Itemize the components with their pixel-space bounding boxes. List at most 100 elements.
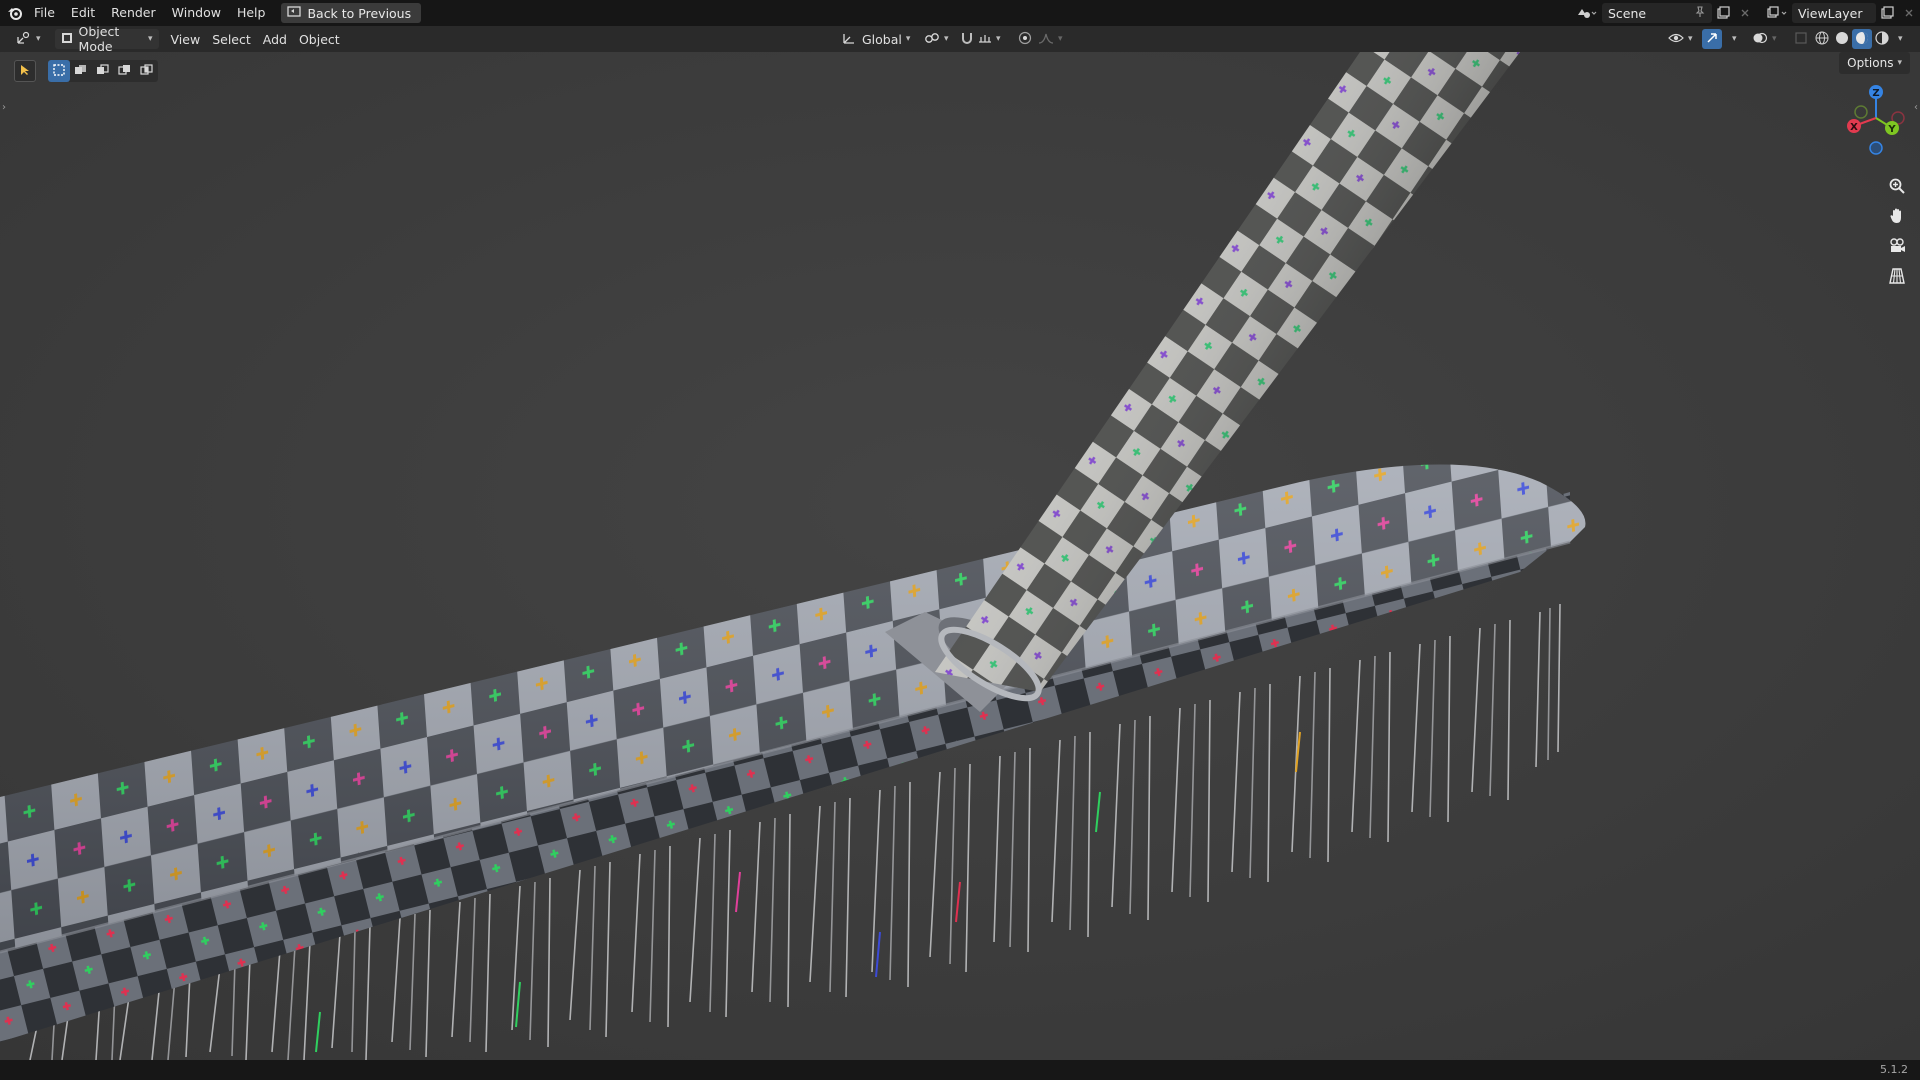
menu-select[interactable]: Select <box>206 29 257 49</box>
sidebar-expand-arrow-icon[interactable]: ‹ <box>1914 102 1918 113</box>
chevron-down-icon: ▾ <box>905 34 911 44</box>
select-subtract-icon <box>96 63 110 80</box>
gizmo-z-label: Z <box>1872 88 1879 99</box>
orientation-icon <box>842 31 856 48</box>
zoom-button[interactable] <box>1884 174 1910 200</box>
menu-help[interactable]: Help <box>229 2 274 24</box>
shading-rendered-button[interactable] <box>1872 29 1892 49</box>
menu-view[interactable]: View <box>165 29 207 49</box>
pivot-link-icon <box>924 31 940 48</box>
mode-dropdown[interactable]: Object Mode ▾ <box>54 24 159 54</box>
pivot-point-dropdown[interactable]: ▾ <box>918 29 955 49</box>
xray-icon <box>1794 31 1808 48</box>
gizmo-neg-z[interactable] <box>1869 141 1883 155</box>
scene-name-field[interactable]: Scene <box>1602 3 1712 23</box>
gizmo-x-label: X <box>1850 122 1858 133</box>
chevron-down-icon: ▾ <box>1732 34 1737 44</box>
perspective-toggle-button[interactable] <box>1884 264 1910 290</box>
zoom-icon <box>1888 177 1906 198</box>
pan-hand-icon <box>1888 207 1906 228</box>
version-label: 5.1.2 <box>1880 1063 1908 1076</box>
back-to-previous-button[interactable]: Back to Previous <box>281 3 422 23</box>
cursor-arrow-icon <box>18 63 32 80</box>
shading-solid-button[interactable] <box>1832 29 1852 49</box>
material-sphere-icon <box>1854 30 1870 49</box>
delete-view-layer-icon[interactable] <box>1898 3 1920 23</box>
editor-type-selector[interactable]: ▾ <box>10 29 47 49</box>
menu-edit[interactable]: Edit <box>63 2 103 24</box>
select-subtract-button[interactable] <box>92 60 114 82</box>
back-to-previous-label: Back to Previous <box>307 5 412 21</box>
shading-material-button[interactable] <box>1852 29 1872 49</box>
chevron-down-icon: ▾ <box>944 34 949 44</box>
select-intersect-button[interactable] <box>136 60 158 82</box>
blender-logo-icon[interactable] <box>4 3 26 23</box>
select-tool-button[interactable] <box>14 60 36 82</box>
view-layer-name: ViewLayer <box>1798 5 1863 21</box>
chevron-down-icon: ▾ <box>1772 34 1777 44</box>
gizmo-dropdown[interactable]: ▾ <box>1722 29 1743 49</box>
menu-object[interactable]: Object <box>293 29 346 49</box>
gizmo-y-label: Y <box>1887 124 1896 135</box>
grid-icon <box>1888 267 1906 288</box>
scene-selector-icon[interactable] <box>1572 3 1602 23</box>
mode-label: Object Mode <box>78 24 120 54</box>
gizmo-toggle[interactable] <box>1702 29 1722 49</box>
transform-orientation-dropdown[interactable]: Global ▾ <box>836 29 916 49</box>
chevron-down-icon: ▾ <box>1058 34 1063 44</box>
shading-wireframe-button[interactable] <box>1812 29 1832 49</box>
chevron-down-icon: ▾ <box>1897 58 1902 68</box>
selection-mode-group <box>48 60 158 82</box>
overlay-circles-icon <box>1752 31 1768 48</box>
xray-toggle[interactable] <box>1788 29 1814 49</box>
back-screen-icon <box>287 5 302 21</box>
topbar-right: Scene ViewLayer <box>1572 0 1920 26</box>
gizmo-arrow-icon <box>1705 31 1719 48</box>
chevron-down-icon: ▾ <box>1898 34 1903 44</box>
camera-view-button[interactable] <box>1884 234 1910 260</box>
object-mode-icon <box>61 32 73 47</box>
select-box-icon <box>52 63 66 80</box>
select-invert-button[interactable] <box>114 60 136 82</box>
falloff-dropdown[interactable]: ▾ <box>1032 29 1069 49</box>
select-invert-icon <box>118 63 132 80</box>
3d-viewport[interactable]: › ‹ Options ▾ Z X Y <box>0 52 1920 1060</box>
view-layer-field[interactable]: ViewLayer <box>1792 3 1876 23</box>
menu-render[interactable]: Render <box>103 2 164 24</box>
viewport-tool-row <box>14 60 158 82</box>
select-extend-button[interactable] <box>70 60 92 82</box>
overlays-toggle[interactable]: ▾ <box>1746 29 1783 49</box>
status-bar: 5.1.2 <box>0 1060 1920 1080</box>
snap-increment-icon <box>978 31 992 48</box>
solid-sphere-icon <box>1834 30 1850 49</box>
new-view-layer-icon[interactable] <box>1876 3 1898 23</box>
shading-dropdown[interactable]: ▾ <box>1892 29 1905 49</box>
options-dropdown[interactable]: Options ▾ <box>1839 52 1910 74</box>
toolbar-expand-arrow-icon[interactable]: › <box>2 102 6 113</box>
visibility-dropdown[interactable]: ▾ <box>1662 29 1699 49</box>
chevron-down-icon: ▾ <box>36 34 41 44</box>
pin-icon[interactable] <box>1694 5 1706 21</box>
camera-icon <box>1888 237 1906 258</box>
menu-file[interactable]: File <box>26 2 63 24</box>
delete-scene-icon[interactable] <box>1734 3 1756 23</box>
snap-target-dropdown[interactable]: ▾ <box>972 29 1007 49</box>
chevron-down-icon: ▾ <box>148 34 153 44</box>
viewport-header: ▾ Object Mode ▾ View Select Add Object G… <box>0 24 1920 54</box>
editor-type-icon <box>16 31 32 48</box>
menu-add[interactable]: Add <box>257 29 293 49</box>
chevron-down-icon: ▾ <box>1688 34 1693 44</box>
gizmo-neg-y[interactable] <box>1854 105 1868 119</box>
new-scene-icon[interactable] <box>1712 3 1734 23</box>
eye-selectability-icon <box>1668 31 1684 48</box>
navigation-gizmo[interactable]: Z X Y <box>1844 82 1908 162</box>
broom-model-render <box>0 52 1920 1060</box>
menu-window[interactable]: Window <box>164 2 229 24</box>
pan-button[interactable] <box>1884 204 1910 230</box>
scene-name: Scene <box>1608 5 1647 21</box>
rendered-sphere-icon <box>1874 30 1890 49</box>
view-layer-selector-icon[interactable] <box>1762 3 1792 23</box>
wireframe-sphere-icon <box>1814 30 1830 49</box>
chevron-down-icon: ▾ <box>996 34 1001 44</box>
select-new-button[interactable] <box>48 60 70 82</box>
